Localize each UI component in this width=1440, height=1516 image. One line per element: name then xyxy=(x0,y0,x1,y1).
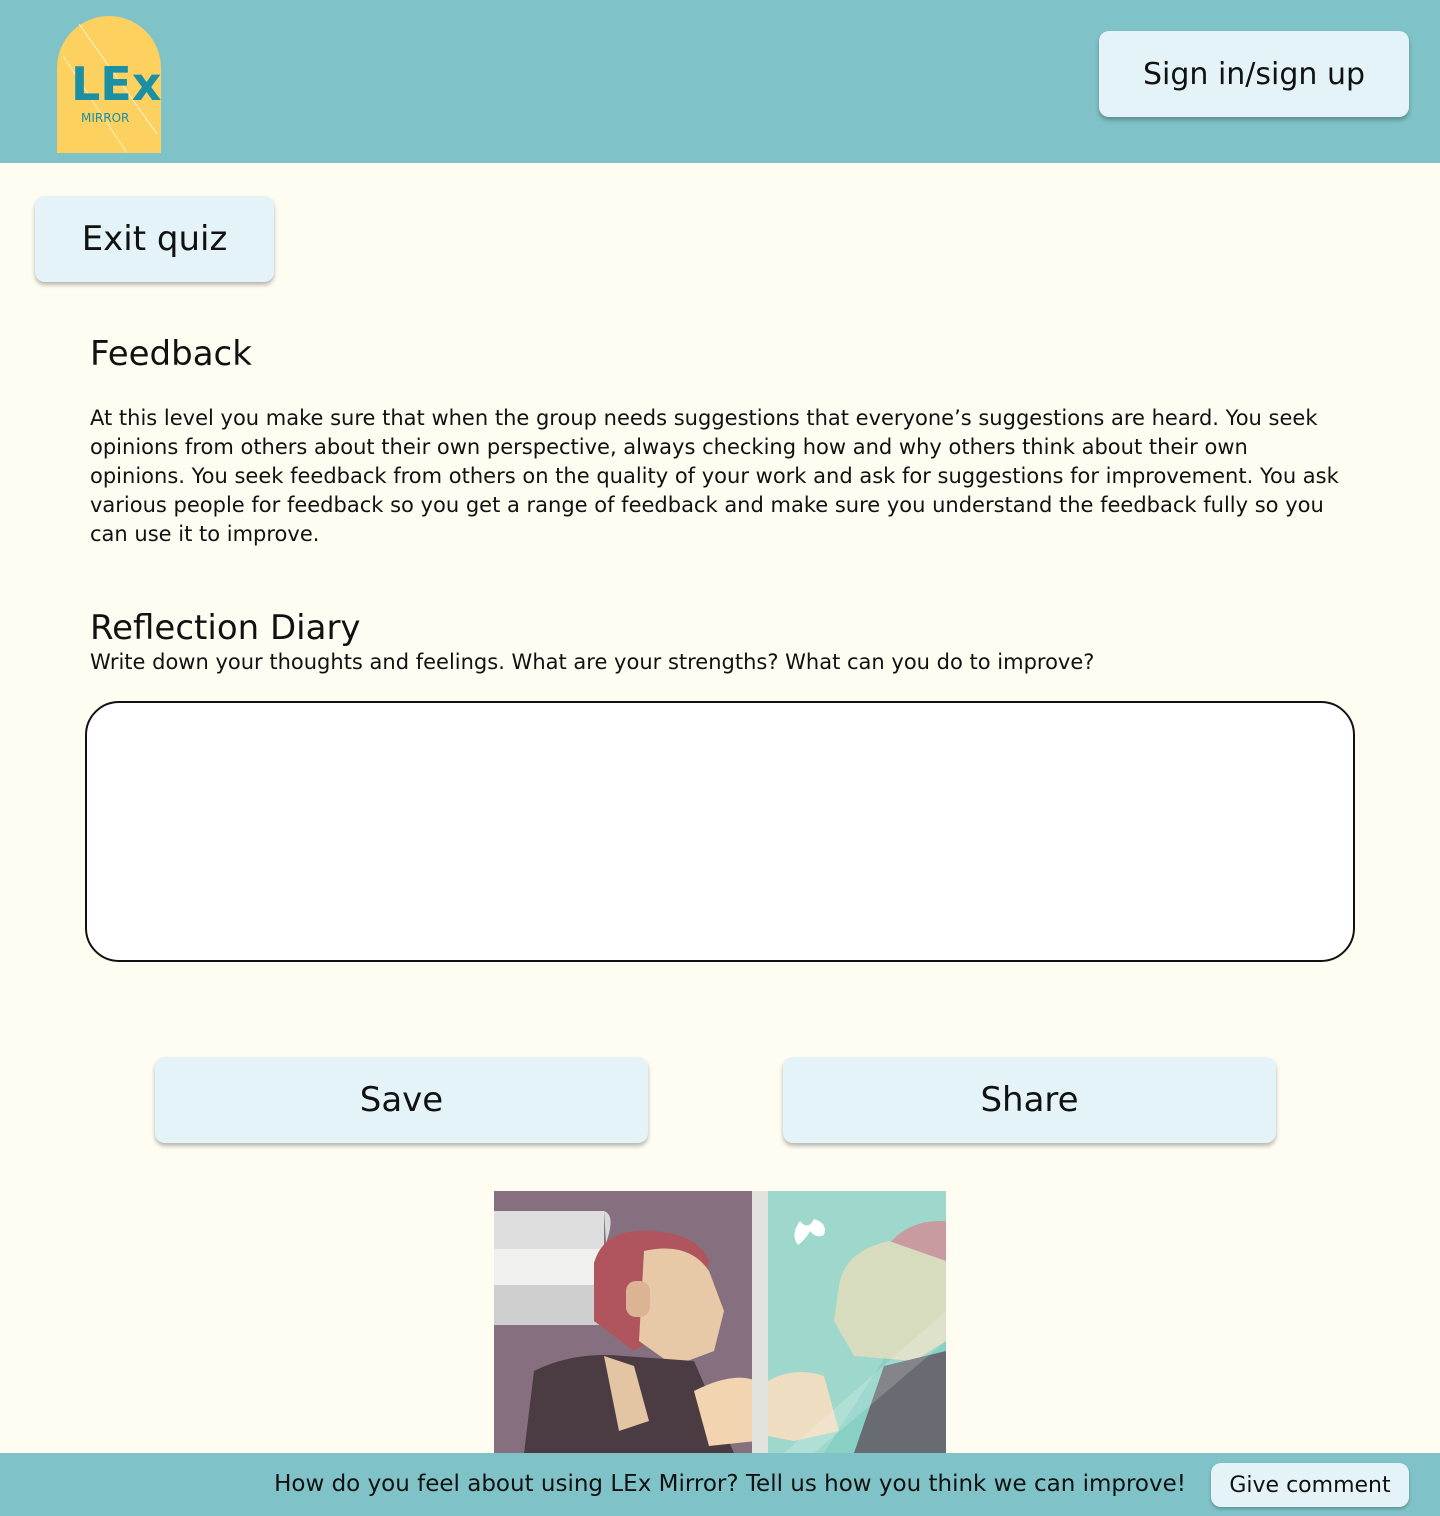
footer-bar: How do you feel about using LEx Mirror? … xyxy=(0,1453,1440,1516)
give-comment-button[interactable]: Give comment xyxy=(1211,1463,1409,1507)
logo-sub-text: MIRROR xyxy=(81,111,129,125)
logo-main-text: LEx xyxy=(71,57,161,111)
feedback-text: At this level you make sure that when th… xyxy=(90,406,1339,546)
reflection-diary-input[interactable] xyxy=(85,701,1355,962)
sign-in-button[interactable]: Sign in/sign up xyxy=(1099,31,1409,117)
reflection-diary-prompt: Write down your thoughts and feelings. W… xyxy=(90,650,1095,674)
mirror-reflection-illustration xyxy=(494,1191,946,1453)
logo-graphic: LEx MIRROR xyxy=(57,16,161,154)
lex-mirror-logo[interactable]: LEx MIRROR xyxy=(57,16,161,154)
exit-quiz-button[interactable]: Exit quiz xyxy=(35,196,274,282)
save-button[interactable]: Save xyxy=(155,1057,648,1143)
feedback-heading: Feedback xyxy=(90,334,252,374)
share-button[interactable]: Share xyxy=(783,1057,1276,1143)
footer-feedback-prompt: How do you feel about using LEx Mirror? … xyxy=(274,1471,1186,1497)
reflection-diary-heading: Reflection Diary xyxy=(90,608,361,648)
header-bar: LEx MIRROR Sign in/sign up xyxy=(0,0,1440,163)
